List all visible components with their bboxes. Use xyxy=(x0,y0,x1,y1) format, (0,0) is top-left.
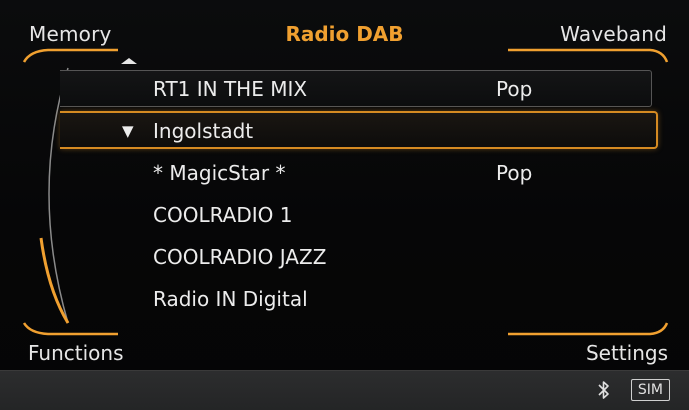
settings-softkey[interactable]: Settings xyxy=(586,341,668,365)
bottom-right-bracket xyxy=(508,322,669,336)
sim-indicator: SIM xyxy=(630,379,670,401)
now-playing-frame xyxy=(60,70,652,107)
station-name: COOLRADIO 1 xyxy=(153,203,293,227)
radio-screen: Memory Radio DAB Waveband RT1 IN THE MIX… xyxy=(0,0,689,410)
station-row-radio-in-digital[interactable]: Radio IN Digital xyxy=(0,278,689,320)
station-row-coolradio-1[interactable]: COOLRADIO 1 xyxy=(0,194,689,236)
station-name: Ingolstadt xyxy=(153,119,254,143)
scroll-up-indicator-icon xyxy=(121,58,137,64)
station-name: Radio IN Digital xyxy=(153,287,308,311)
functions-softkey[interactable]: Functions xyxy=(28,341,124,365)
station-name: COOLRADIO JAZZ xyxy=(153,245,327,269)
station-name: RT1 IN THE MIX xyxy=(153,77,308,101)
station-row-rt1-in-the-mix[interactable]: RT1 IN THE MIX Pop xyxy=(0,68,689,110)
selection-highlight xyxy=(60,111,658,149)
waveband-softkey[interactable]: Waveband xyxy=(560,22,667,46)
top-right-bracket xyxy=(508,48,669,63)
station-row-magicstar[interactable]: * MagicStar * Pop xyxy=(0,152,689,194)
station-row-ingolstadt[interactable]: ▼ Ingolstadt xyxy=(0,110,689,152)
station-genre: Pop xyxy=(496,77,533,101)
top-left-bracket xyxy=(22,48,118,63)
station-genre: Pop xyxy=(496,161,533,185)
station-name: * MagicStar * xyxy=(153,161,286,185)
bottom-left-bracket xyxy=(22,322,118,336)
bluetooth-icon xyxy=(598,381,609,399)
status-bar: SIM xyxy=(0,370,689,410)
triangle-down-icon[interactable]: ▼ xyxy=(122,122,134,140)
station-row-coolradio-jazz[interactable]: COOLRADIO JAZZ xyxy=(0,236,689,278)
